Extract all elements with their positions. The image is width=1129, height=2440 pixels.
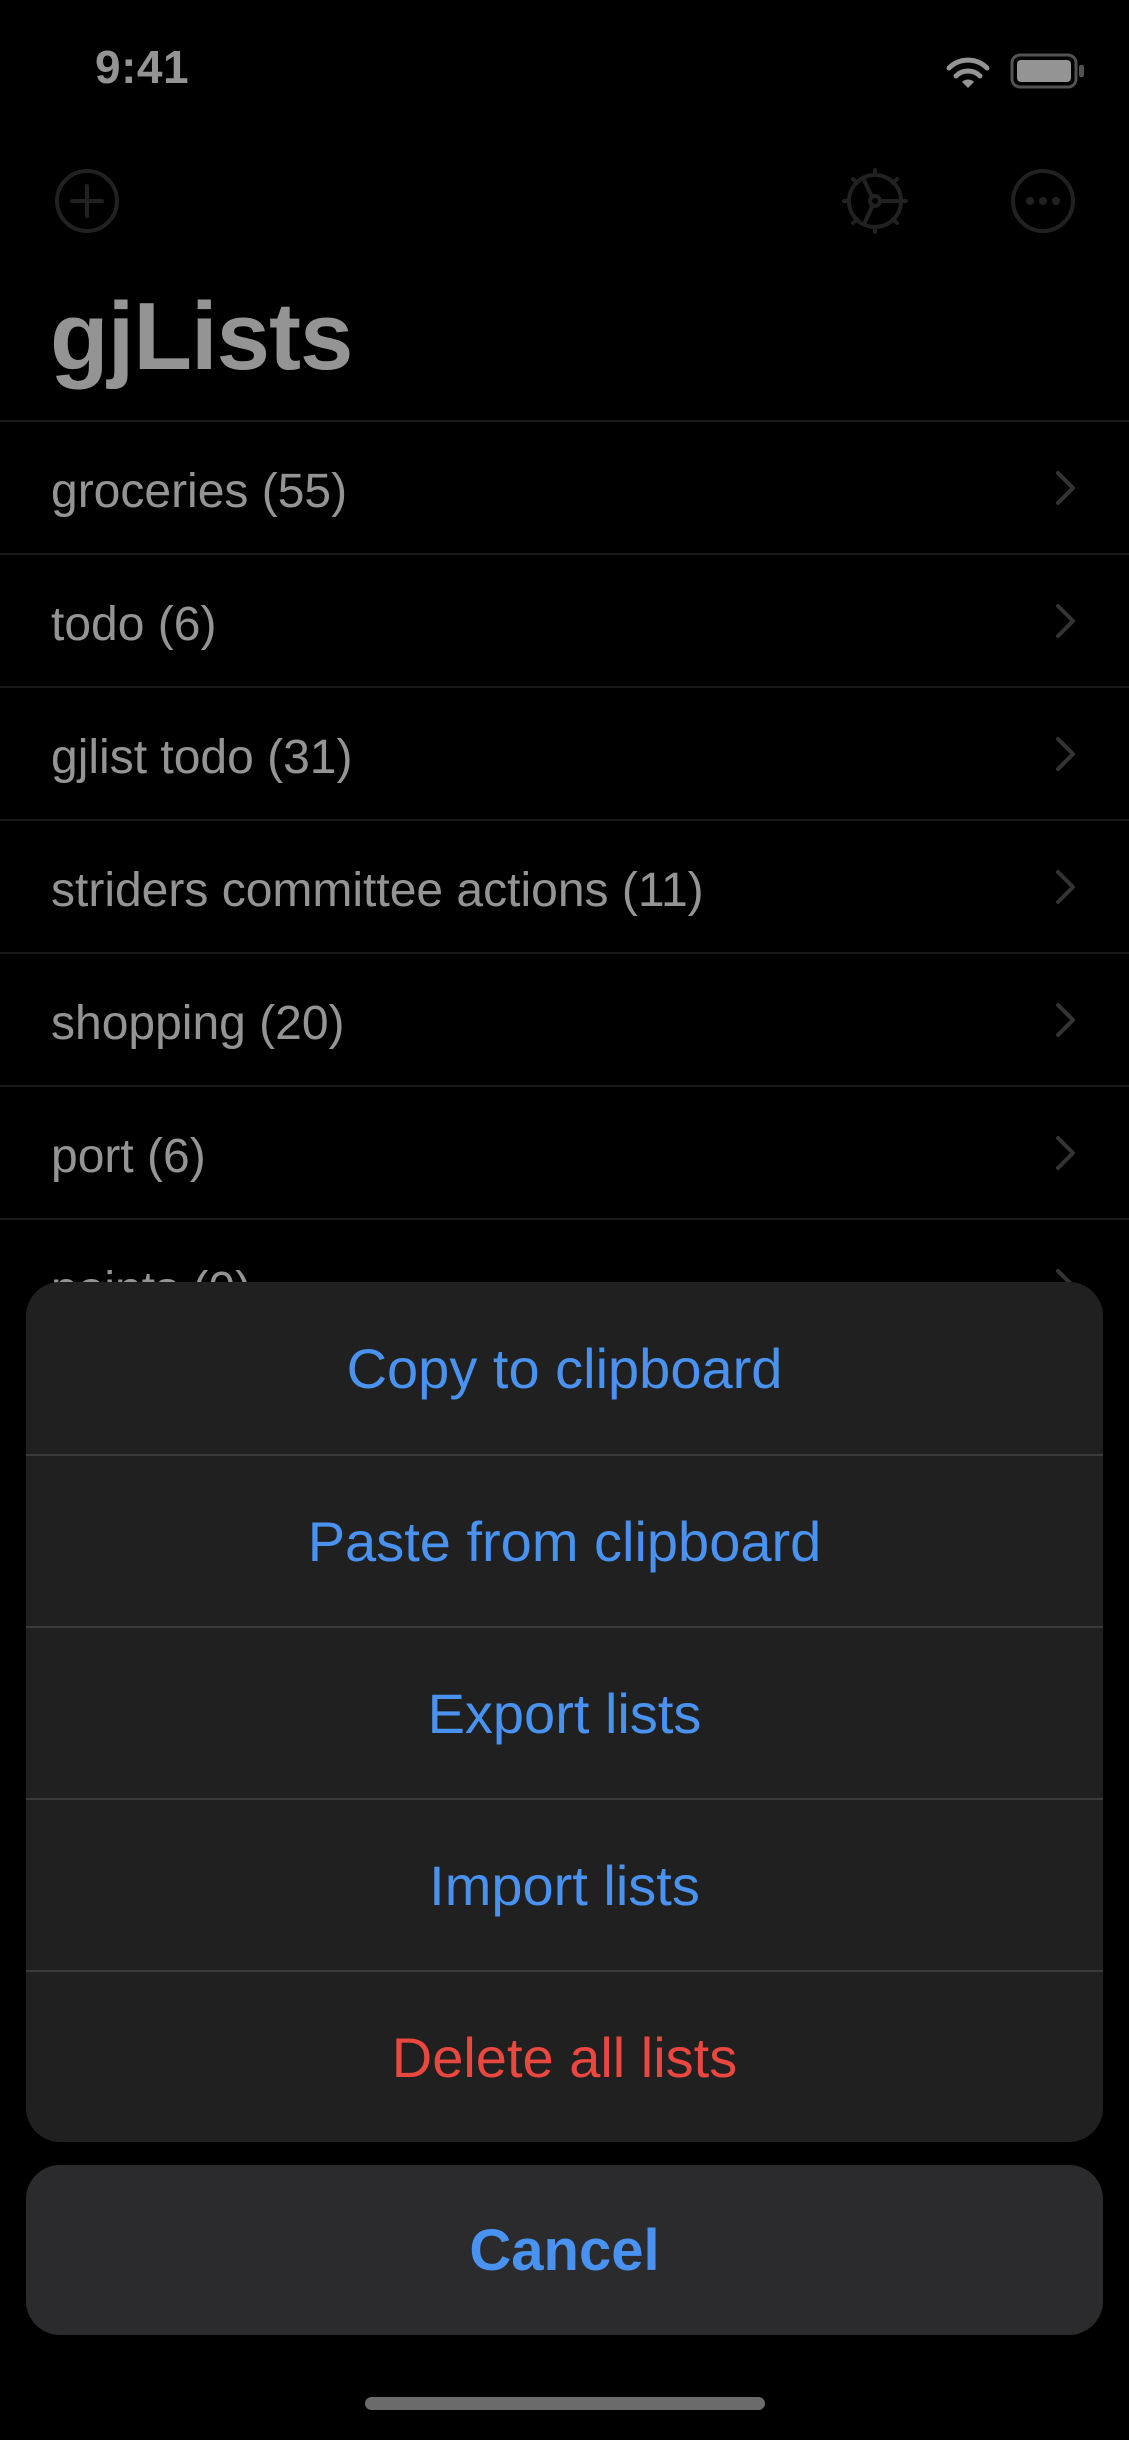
- import-lists-button[interactable]: Import lists: [26, 1798, 1103, 1970]
- action-sheet: Copy to clipboard Paste from clipboard E…: [26, 1282, 1103, 2142]
- cancel-button[interactable]: Cancel: [26, 2165, 1103, 2335]
- paste-from-clipboard-button[interactable]: Paste from clipboard: [26, 1454, 1103, 1626]
- home-indicator: [365, 2397, 765, 2410]
- delete-all-lists-button[interactable]: Delete all lists: [26, 1970, 1103, 2142]
- copy-to-clipboard-button[interactable]: Copy to clipboard: [26, 1282, 1103, 1454]
- export-lists-button[interactable]: Export lists: [26, 1626, 1103, 1798]
